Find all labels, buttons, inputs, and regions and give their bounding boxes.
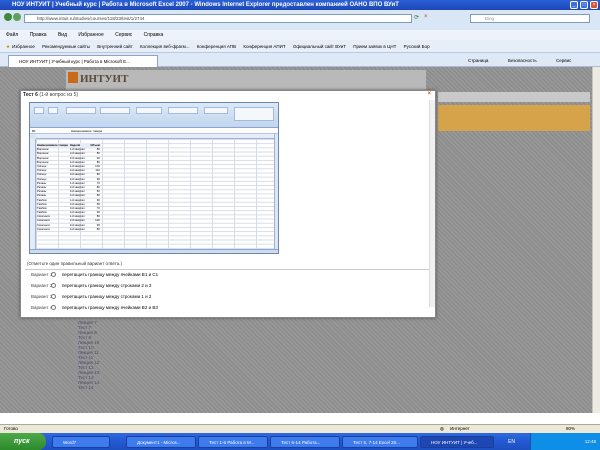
fav-item[interactable]: Официальный сайт ВУиТ <box>293 44 346 49</box>
menu-help[interactable]: Справка <box>144 32 164 38</box>
window-titlebar: НОУ ИНТУИТ | Учебный курс | Работа в Mic… <box>0 0 600 10</box>
ribbon-button <box>168 107 198 114</box>
fav-item[interactable]: Русский Бор <box>404 44 430 49</box>
option-text: перетащить границу между строками 2 и 3 <box>62 283 152 288</box>
option-text: перетащить границу между ячейками B2 и B… <box>62 305 158 310</box>
right-toolbar-panel <box>438 92 590 102</box>
answer-option-1[interactable]: Вариант 1 перетащить границу между ячейка… <box>31 272 158 278</box>
clock: 12:48 <box>584 439 596 444</box>
option-label: Вариант 2 <box>31 283 53 288</box>
modal-title: Тест 6 (1-й вопрос из 5) <box>23 92 79 98</box>
address-url: http://www.intuit.ru/studies/courses/118… <box>37 16 145 21</box>
table-cell: Смоленск <box>37 226 50 231</box>
search-placeholder: Bing <box>485 16 495 21</box>
tab-label: НОУ ИНТУИТ | Учебный курс | Работа в Mic… <box>19 59 130 64</box>
menu-view[interactable]: Вид <box>58 32 67 38</box>
side-link[interactable]: Тест 14 <box>78 385 99 390</box>
logo-mark-icon <box>68 72 78 83</box>
stop-icon[interactable]: × <box>424 14 432 23</box>
zoom-level[interactable]: 80% <box>566 425 575 433</box>
option-label: Вариант 3 <box>31 294 53 299</box>
browser-tab[interactable]: НОУ ИНТУИТ | Учебный курс | Работа в Mic… <box>8 55 158 67</box>
search-input[interactable]: Bing <box>470 14 590 23</box>
task-button[interactable]: Тест 6-14 Работа... <box>270 436 340 448</box>
tools-menu[interactable]: Сервис <box>556 55 571 66</box>
favorites-bar: ★ Избранное Рекомендуемые сайты Внутренни… <box>0 40 600 53</box>
ribbon-button <box>234 107 274 121</box>
ribbon-button <box>48 107 58 114</box>
excel-ribbon <box>30 103 278 128</box>
answer-option-4[interactable]: Вариант 4 перетащить границу между ячейка… <box>31 305 158 311</box>
table-row: Смоленск 4-й квартал 80 <box>36 227 101 231</box>
language-indicator[interactable]: EN <box>508 437 515 447</box>
side-links: Лекция 7 Тест 7 Лекция 8 Тест 8 Лекция 1… <box>78 320 99 390</box>
fav-item[interactable]: Внутренний сайт <box>97 44 132 49</box>
zone-label: Интернет <box>450 426 470 431</box>
excel-scrollbar <box>274 134 278 249</box>
page-scrollbar[interactable] <box>592 67 600 413</box>
page-menu[interactable]: Страница <box>468 55 488 66</box>
fav-item[interactable]: Конференция АПВ <box>197 44 236 49</box>
task-button[interactable]: Тест 1-5 Работа в M... <box>198 436 268 448</box>
security-menu[interactable]: Безопасность <box>508 55 537 66</box>
task-button[interactable]: Документ1 - Micros... <box>126 436 196 448</box>
task-button[interactable]: Word7 <box>52 436 110 448</box>
forward-icon[interactable] <box>13 13 21 21</box>
favorites-button[interactable]: Избранное <box>12 44 35 49</box>
refresh-icon[interactable]: ⟳ <box>414 14 422 23</box>
formula-text: Наименование товара <box>70 129 103 133</box>
table-cell: 80 <box>96 226 100 231</box>
system-tray: 12:48 <box>530 433 600 450</box>
ribbon-button <box>34 107 44 114</box>
menu-tools[interactable]: Сервис <box>115 32 132 38</box>
status-text: Готово <box>4 426 18 431</box>
modal-scrollbar[interactable] <box>429 100 435 307</box>
fav-item[interactable]: Коллекция веб-фрагм... <box>140 44 190 49</box>
site-logo: ИНТУИТ <box>68 72 128 85</box>
fav-item[interactable]: Рекомендуемые сайты <box>42 44 90 49</box>
option-label: Вариант 4 <box>31 305 53 310</box>
back-icon[interactable] <box>4 13 12 21</box>
option-radio[interactable] <box>51 294 56 299</box>
close-icon[interactable]: × <box>427 91 431 97</box>
menu-file[interactable]: Файл <box>6 32 18 38</box>
option-radio[interactable] <box>51 272 56 277</box>
option-radio[interactable] <box>51 305 56 310</box>
excel-screenshot: B1 Наименование товара Наименование това… <box>29 102 279 254</box>
address-input[interactable]: http://www.intuit.ru/studies/courses/118… <box>24 14 412 23</box>
answer-instruction: (Отметьте один правильный вариант ответа… <box>27 261 122 266</box>
right-banner <box>438 105 590 131</box>
option-label: Вариант 1 <box>31 272 53 277</box>
task-button-active[interactable]: НОУ ИНТУИТ | Учеб... <box>420 436 494 448</box>
table-cell: 4-й квартал <box>69 226 85 231</box>
ribbon-button <box>204 107 228 114</box>
answer-option-2[interactable]: Вариант 2 перетащить границу между строка… <box>31 283 151 289</box>
option-text: перетащить границу между строками 1 и 2 <box>62 294 152 299</box>
globe-icon: ◍ <box>440 426 444 431</box>
menu-favorites[interactable]: Избранное <box>78 32 103 38</box>
menu-edit[interactable]: Правка <box>30 32 47 38</box>
option-radio[interactable] <box>51 283 56 288</box>
maximize-button[interactable]: □ <box>580 1 588 9</box>
minimize-button[interactable]: _ <box>570 1 578 9</box>
ribbon-button <box>136 107 162 114</box>
fav-item[interactable]: Конференция АПИТ <box>243 44 285 49</box>
answer-option-3[interactable]: Вариант 3 перетащить границу между строка… <box>31 294 151 300</box>
ribbon-button <box>66 107 96 114</box>
menu-bar: Файл Правка Вид Избранное Сервис Справка <box>0 30 600 40</box>
close-window-button[interactable]: × <box>590 1 598 9</box>
start-button[interactable]: пуск <box>0 433 46 450</box>
data-table: Наименование товара Неделя Объем Воронеж… <box>36 143 101 231</box>
window-title: НОУ ИНТУИТ | Учебный курс | Работа в Mic… <box>12 2 399 8</box>
sheet-tabs <box>30 249 278 253</box>
task-button[interactable]: Тест 5, 7-14 Excel 20... <box>342 436 418 448</box>
ribbon-button <box>100 107 130 114</box>
divider <box>25 269 430 270</box>
question-counter: (1-й вопрос из 5) <box>39 92 79 98</box>
favorites-star-icon: ★ <box>6 44 11 49</box>
status-bar: Готово ◍ Интернет 80% <box>0 424 600 433</box>
option-text: перетащить границу между ячейками B1 и C… <box>62 272 159 277</box>
fav-item[interactable]: Прием заявок в ЦНТ <box>353 44 396 49</box>
test-modal: Тест 6 (1-й вопрос из 5) × B1 Наименован… <box>20 90 436 318</box>
